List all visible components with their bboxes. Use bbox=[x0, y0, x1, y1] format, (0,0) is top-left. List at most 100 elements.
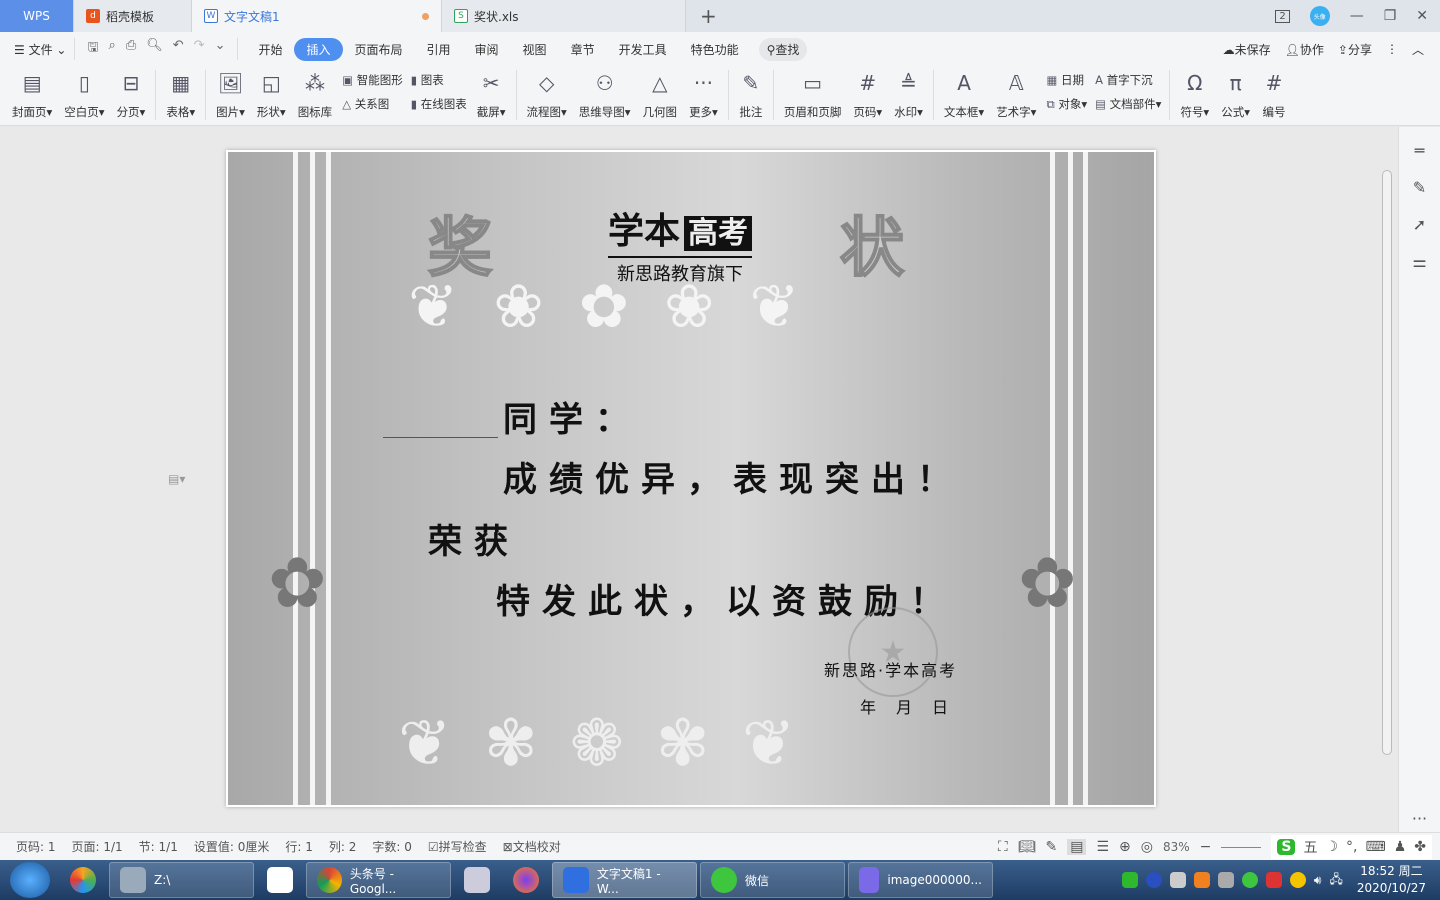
taskbar-firefox[interactable] bbox=[503, 862, 549, 898]
avatar[interactable]: 头像 bbox=[1310, 6, 1330, 26]
wordart-button[interactable]: 𝔸艺术字▾ bbox=[990, 66, 1042, 124]
numbering-button[interactable]: #编号 bbox=[1256, 66, 1292, 124]
object-button[interactable]: ⧉ 对象▾ bbox=[1046, 96, 1087, 112]
security-icon[interactable] bbox=[1194, 872, 1210, 888]
menu-tab-page-layout[interactable]: 页面布局 bbox=[343, 38, 415, 61]
page-break-button[interactable]: ⊟分页▾ bbox=[111, 66, 152, 124]
moon-icon[interactable]: ☽ bbox=[1325, 839, 1338, 855]
network-share-icon[interactable] bbox=[1170, 872, 1186, 888]
select-cursor-icon[interactable]: ➚ bbox=[1413, 215, 1426, 234]
edit-pen-icon[interactable]: ✎ bbox=[1413, 178, 1426, 197]
zoom-slider[interactable] bbox=[1221, 847, 1261, 848]
tool-icon[interactable] bbox=[1218, 872, 1234, 888]
speaker-muted-icon[interactable] bbox=[1266, 872, 1282, 888]
taskbar-app[interactable] bbox=[454, 862, 500, 898]
close-button[interactable]: ✕ bbox=[1416, 8, 1428, 24]
wechat-tray-icon[interactable] bbox=[1242, 872, 1258, 888]
chart-button[interactable]: ▮ 图表 bbox=[411, 72, 467, 88]
clock[interactable]: 18:52 周二2020/10/27 bbox=[1351, 863, 1432, 897]
geometry-button[interactable]: △几何图 bbox=[637, 66, 684, 124]
cover-page-button[interactable]: ▤封面页▾ bbox=[6, 66, 58, 124]
share-button[interactable]: ⇪分享 bbox=[1338, 41, 1372, 58]
help-icon[interactable] bbox=[1146, 872, 1162, 888]
more-options-icon[interactable]: ⋮ bbox=[1386, 42, 1398, 56]
window-count-badge[interactable]: 2 bbox=[1275, 10, 1289, 23]
read-mode-icon[interactable]: 📖︎ bbox=[1018, 839, 1036, 855]
format-painter-icon[interactable]: ⌕ bbox=[109, 38, 116, 60]
status-section[interactable]: 节: 1/1 bbox=[131, 838, 186, 855]
outline-view-icon[interactable]: ☰ bbox=[1096, 839, 1109, 855]
settings-sliders-icon[interactable]: ⚌ bbox=[1412, 252, 1426, 271]
eye-protection-icon[interactable]: ◎ bbox=[1141, 839, 1153, 855]
unsaved-button[interactable]: ☁未保存 bbox=[1223, 41, 1271, 58]
shape-button[interactable]: ◱形状▾ bbox=[251, 66, 292, 124]
date-button[interactable]: ▦ 日期 bbox=[1046, 72, 1087, 88]
menu-tab-references[interactable]: 引用 bbox=[415, 38, 463, 61]
flowchart-button[interactable]: ◇流程图▾ bbox=[521, 66, 573, 124]
ime-mode[interactable]: 五 bbox=[1303, 837, 1317, 857]
zoom-out-button[interactable]: − bbox=[1200, 839, 1212, 855]
status-page-number[interactable]: 页码: 1 bbox=[8, 838, 64, 855]
taskbar-baidu-netdisk[interactable] bbox=[257, 862, 303, 898]
status-pages[interactable]: 页面: 1/1 bbox=[64, 838, 131, 855]
status-word-count[interactable]: 字数: 0 bbox=[364, 838, 420, 855]
watermark-button[interactable]: ≜水印▾ bbox=[888, 66, 929, 124]
web-view-icon[interactable]: ⊕ bbox=[1119, 839, 1131, 855]
name-blank-line[interactable] bbox=[383, 437, 498, 438]
status-col[interactable]: 列: 2 bbox=[321, 838, 365, 855]
360-icon[interactable] bbox=[1290, 872, 1306, 888]
network-icon[interactable]: 🖧 bbox=[1329, 870, 1342, 891]
proofread-button[interactable]: ⊠文档校对 bbox=[495, 838, 569, 855]
icon-library-button[interactable]: ⁂图标库 bbox=[292, 66, 339, 124]
status-setting[interactable]: 设置值: 0厘米 bbox=[186, 838, 278, 855]
table-button[interactable]: ▦表格▾ bbox=[160, 66, 201, 124]
header-footer-button[interactable]: ▭页眉和页脚 bbox=[778, 66, 848, 124]
online-chart-button[interactable]: ▮ 在线图表 bbox=[411, 96, 467, 112]
formula-button[interactable]: π公式▾ bbox=[1215, 66, 1256, 124]
comment-button[interactable]: ✎批注 bbox=[733, 66, 769, 124]
menu-tab-insert[interactable]: 插入 bbox=[294, 38, 342, 61]
undo-icon[interactable]: ↶ bbox=[173, 38, 184, 60]
symbol-button[interactable]: Ω符号▾ bbox=[1174, 66, 1215, 124]
search-button[interactable]: ⚲查找 bbox=[759, 38, 808, 61]
zoom-level[interactable]: 83% bbox=[1163, 840, 1190, 854]
restore-button[interactable]: ❐ bbox=[1384, 8, 1397, 24]
minimize-button[interactable]: — bbox=[1350, 8, 1364, 24]
relation-chart-button[interactable]: △ 关系图 bbox=[342, 96, 403, 112]
customize-chevron-icon[interactable]: ⌄ bbox=[215, 38, 226, 60]
file-menu[interactable]: ☰ 文件 ⌄ bbox=[14, 41, 66, 58]
vertical-scrollbar[interactable] bbox=[1380, 140, 1394, 830]
menu-tab-view[interactable]: 视图 bbox=[511, 38, 559, 61]
taskbar-item-explorer[interactable]: Z:\ bbox=[109, 862, 254, 898]
picture-button[interactable]: 🖼图片▾ bbox=[210, 66, 251, 124]
taskbar-item-wechat[interactable]: 微信 bbox=[700, 862, 845, 898]
grid-icon[interactable]: ✤ bbox=[1414, 839, 1426, 855]
print-preview-icon[interactable]: 🔍︎ bbox=[146, 38, 163, 60]
taskbar-item-image-viewer[interactable]: image000000... bbox=[848, 862, 993, 898]
screenshot-button[interactable]: ✂截屏▾ bbox=[471, 66, 512, 124]
collapse-ribbon-icon[interactable]: ︿ bbox=[1412, 41, 1424, 58]
status-row[interactable]: 行: 1 bbox=[277, 838, 321, 855]
new-tab-button[interactable]: + bbox=[686, 0, 731, 32]
page-view-icon[interactable]: ▤ bbox=[1067, 839, 1086, 855]
keyboard-icon[interactable]: ⌨ bbox=[1365, 839, 1385, 855]
taskbar-item-chrome[interactable]: 头条号 - Googl... bbox=[306, 862, 451, 898]
more-icon[interactable]: ··· bbox=[1412, 809, 1427, 828]
drop-cap-button[interactable]: A 首字下沉 bbox=[1095, 72, 1161, 88]
menu-tab-developer[interactable]: 开发工具 bbox=[607, 38, 679, 61]
collaborate-button[interactable]: 👤︎协作 bbox=[1285, 41, 1324, 58]
sidebar-collapse-icon[interactable]: ═ bbox=[1415, 141, 1425, 160]
more-button[interactable]: ···更多▾ bbox=[683, 66, 724, 124]
user-icon[interactable]: ♟ bbox=[1394, 839, 1407, 855]
page-certificate[interactable]: 奖 状 学本高考 新思路教育旗下 ❦ ❀ ✿ ❀ ❦ ✿ ✿ ❦ ✾ ❁ ✾ ❦… bbox=[226, 150, 1156, 807]
tab-document1[interactable]: W文字文稿1 bbox=[192, 0, 442, 32]
mindmap-button[interactable]: ⚇思维导图▾ bbox=[573, 66, 637, 124]
start-button[interactable] bbox=[10, 862, 50, 898]
page-number-button[interactable]: #页码▾ bbox=[847, 66, 888, 124]
menu-tab-review[interactable]: 审阅 bbox=[463, 38, 511, 61]
taskbar-app-launcher[interactable] bbox=[60, 862, 106, 898]
fullscreen-icon[interactable]: ⛶ bbox=[998, 839, 1008, 855]
punctuation-icon[interactable]: °, bbox=[1346, 839, 1357, 855]
write-mode-icon[interactable]: ✎ bbox=[1045, 839, 1057, 855]
print-icon[interactable]: ⎙ bbox=[126, 38, 136, 60]
